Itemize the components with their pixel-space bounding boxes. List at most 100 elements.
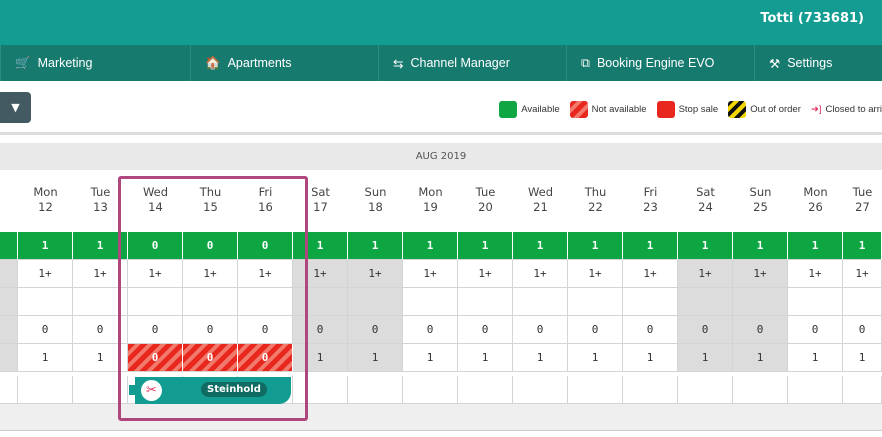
min-stay-cell[interactable]: 1+ <box>513 260 568 288</box>
rooms-cell[interactable]: 1 <box>623 344 678 372</box>
stub-cell[interactable] <box>0 288 18 316</box>
availability-cell[interactable]: 1 <box>568 232 623 260</box>
bookings-cell[interactable]: 0 <box>788 316 843 344</box>
rooms-cell[interactable]: 1 <box>348 344 403 372</box>
day-number: 19 <box>423 200 438 214</box>
top-bar: Totti (733681) <box>0 0 882 45</box>
nav-item[interactable]: 🛒 Marketing <box>0 45 190 81</box>
bookings-cell[interactable]: 0 <box>843 316 882 344</box>
day-number: 22 <box>588 200 603 214</box>
rooms-cell[interactable]: 1 <box>458 344 513 372</box>
day-header: Mon 12 <box>18 185 73 217</box>
availability-cell[interactable]: 1 <box>623 232 678 260</box>
empty-cell[interactable] <box>678 288 733 316</box>
day-number: 12 <box>38 200 53 214</box>
stub-cell[interactable] <box>0 344 18 372</box>
availability-cell[interactable]: 1 <box>458 232 513 260</box>
availability-cell[interactable]: 1 <box>733 232 788 260</box>
availability-cell[interactable]: 1 <box>18 232 73 260</box>
stub-cell[interactable] <box>0 260 18 288</box>
stub-cell[interactable] <box>0 316 18 344</box>
reservation-cell[interactable] <box>733 376 788 404</box>
empty-cell[interactable] <box>568 288 623 316</box>
empty-cell[interactable] <box>18 288 73 316</box>
empty-cell[interactable] <box>733 288 788 316</box>
booking-engine-icon: ⧉ <box>581 55 590 70</box>
rooms-cell[interactable]: 1 <box>843 344 882 372</box>
reservation-cell[interactable] <box>348 376 403 404</box>
user-account[interactable]: Totti (733681) <box>760 11 864 26</box>
availability-cell[interactable]: 1 <box>678 232 733 260</box>
reservation-cell[interactable] <box>568 376 623 404</box>
day-header: Thu 22 <box>568 185 623 217</box>
bookings-cell[interactable]: 0 <box>18 316 73 344</box>
dropdown-button[interactable]: ▼ <box>0 92 31 123</box>
nav-item[interactable]: ⧉ Booking Engine EVO <box>566 45 754 81</box>
empty-cell[interactable] <box>513 288 568 316</box>
day-header: Fri 23 <box>623 185 678 217</box>
bookings-cell[interactable]: 0 <box>678 316 733 344</box>
bookings-cell[interactable]: 0 <box>623 316 678 344</box>
nav-item[interactable]: 🏠 Apartments <box>190 45 378 81</box>
empty-cell[interactable] <box>458 288 513 316</box>
availability-cell[interactable]: 1 <box>403 232 458 260</box>
rooms-cell[interactable]: 1 <box>513 344 568 372</box>
booking-bar[interactable]: ✂ Steinhold <box>129 377 291 404</box>
day-header: Mon 19 <box>403 185 458 217</box>
min-stay-cell[interactable]: 1+ <box>623 260 678 288</box>
bookings-cell[interactable]: 0 <box>513 316 568 344</box>
rooms-cell[interactable]: 1 <box>568 344 623 372</box>
day-name: Fri <box>643 185 658 199</box>
min-stay-cell[interactable]: 1+ <box>678 260 733 288</box>
day-number: 21 <box>533 200 548 214</box>
reservation-cell[interactable] <box>623 376 678 404</box>
rooms-cell[interactable]: 1 <box>18 344 73 372</box>
day-number: 18 <box>368 200 383 214</box>
bookings-cell[interactable]: 0 <box>568 316 623 344</box>
min-stay-cell[interactable]: 1+ <box>843 260 882 288</box>
reservation-cell[interactable] <box>788 376 843 404</box>
availability-cell[interactable]: 1 <box>348 232 403 260</box>
min-stay-cell[interactable]: 1+ <box>733 260 788 288</box>
reservation-cell[interactable] <box>513 376 568 404</box>
day-number: 24 <box>698 200 713 214</box>
day-header: Tue 27 <box>843 185 882 217</box>
min-stay-cell[interactable]: 1+ <box>403 260 458 288</box>
bookings-cell[interactable]: 0 <box>458 316 513 344</box>
rooms-cell[interactable]: 1 <box>403 344 458 372</box>
stop-sale-swatch <box>656 101 675 118</box>
bookings-cell[interactable]: 0 <box>348 316 403 344</box>
min-stay-cell[interactable]: 1+ <box>18 260 73 288</box>
availability-cell[interactable]: 1 <box>843 232 882 260</box>
empty-cell[interactable] <box>843 288 882 316</box>
availability-cell[interactable]: 1 <box>513 232 568 260</box>
chevron-down-icon: ▼ <box>11 101 20 114</box>
rooms-cell[interactable]: 1 <box>788 344 843 372</box>
day-number: 20 <box>478 200 493 214</box>
booking-guest-name: Steinhold <box>201 382 267 397</box>
stub-cell[interactable] <box>0 232 18 260</box>
reservation-cell[interactable] <box>458 376 513 404</box>
rooms-cell[interactable]: 1 <box>733 344 788 372</box>
nav-item[interactable]: ⇆ Channel Manager <box>378 45 566 81</box>
availability-cell[interactable]: 1 <box>788 232 843 260</box>
bookings-cell[interactable]: 0 <box>733 316 788 344</box>
reservation-cell[interactable] <box>18 376 73 404</box>
min-stay-cell[interactable]: 1+ <box>348 260 403 288</box>
home-icon: 🏠 <box>205 55 221 70</box>
empty-cell[interactable] <box>348 288 403 316</box>
empty-cell[interactable] <box>788 288 843 316</box>
stub-cell[interactable] <box>0 376 18 404</box>
min-stay-cell[interactable]: 1+ <box>458 260 513 288</box>
day-header: Sat 24 <box>678 185 733 217</box>
nav-item[interactable]: ⚒ Settings <box>754 45 882 81</box>
reservation-cell[interactable] <box>843 376 882 404</box>
bookings-cell[interactable]: 0 <box>403 316 458 344</box>
empty-cell[interactable] <box>403 288 458 316</box>
reservation-cell[interactable] <box>403 376 458 404</box>
min-stay-cell[interactable]: 1+ <box>788 260 843 288</box>
reservation-cell[interactable] <box>678 376 733 404</box>
rooms-cell[interactable]: 1 <box>678 344 733 372</box>
min-stay-cell[interactable]: 1+ <box>568 260 623 288</box>
empty-cell[interactable] <box>623 288 678 316</box>
